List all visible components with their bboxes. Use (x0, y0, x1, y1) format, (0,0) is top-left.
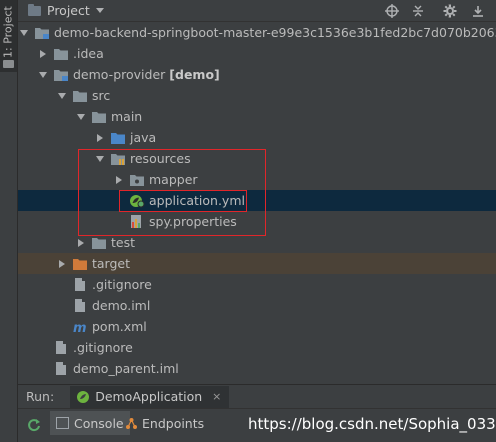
folder-excluded-icon (72, 257, 88, 271)
tree-item-label: demo_parent.iml (73, 361, 179, 376)
tree-item-label: spy.properties (149, 214, 237, 229)
gear-icon[interactable] (442, 3, 458, 19)
tree-item-label: java (130, 130, 157, 145)
collapse-all-icon[interactable] (410, 3, 426, 19)
folder-plain-icon (91, 110, 107, 124)
rerun-icon[interactable] (26, 417, 42, 433)
panel-title[interactable]: Project (47, 3, 90, 18)
folder-source-icon (110, 131, 126, 145)
tree-item-label: .idea (73, 46, 104, 61)
project-tree: demo-backend-springboot-master-e99e3c153… (18, 22, 496, 380)
tree-item-demo-backend-springboot-master-e99e3c153[interactable]: demo-backend-springboot-master-e99e3c153… (18, 22, 496, 43)
text-file-icon (53, 361, 69, 376)
tree-item-resources[interactable]: resources (18, 148, 496, 169)
tab-console[interactable]: Console (50, 411, 130, 435)
chevron-down-icon[interactable] (37, 69, 49, 81)
tree-item-src[interactable]: src (18, 85, 496, 106)
chevron-right-icon[interactable] (94, 132, 106, 144)
console-bar: Console Endpoints https://blog.csdn.net/… (18, 408, 496, 442)
run-label: Run: (26, 389, 55, 404)
chevron-right-icon[interactable] (56, 258, 68, 270)
tree-item-spy-properties[interactable]: spy.properties (18, 211, 496, 232)
text-file-icon (72, 298, 88, 313)
tree-item-pom-xml[interactable]: m pom.xml (18, 316, 496, 337)
tree-item-label: pom.xml (92, 319, 147, 334)
console-icon (56, 417, 69, 429)
tree-item-gitignore[interactable]: .gitignore (18, 337, 496, 358)
console-tab-label: Console (74, 415, 124, 431)
spring-config-icon (129, 194, 145, 208)
chevron-down-icon[interactable] (56, 90, 68, 102)
project-tool-tab[interactable]: 1: Project (0, 0, 17, 72)
tree-item-demo-provider[interactable]: demo-provider [demo] (18, 64, 496, 85)
folder-package-icon (129, 173, 145, 187)
endpoints-icon (124, 416, 138, 430)
chevron-right-icon[interactable] (113, 174, 125, 186)
run-tool-bar: Run: DemoApplication × (18, 384, 496, 408)
tree-item-label: demo-backend-springboot-master-e99e3c153… (54, 25, 496, 40)
chevron-right-icon[interactable] (37, 48, 49, 60)
tree-item-java[interactable]: java (18, 127, 496, 148)
side-tool-strip: 1: Project (0, 0, 18, 442)
hide-panel-icon[interactable] (470, 3, 486, 19)
tab-endpoints[interactable]: Endpoints (120, 411, 208, 435)
project-panel-header: Project (18, 0, 496, 22)
maven-file-icon: m (72, 320, 88, 336)
close-icon[interactable]: × (212, 390, 221, 403)
tree-item-label: application.yml (149, 193, 245, 208)
tree-item-label: .gitignore (73, 340, 133, 355)
tree-item-label: main (111, 109, 143, 124)
text-file-icon (53, 340, 69, 355)
tree-item-label: .gitignore (92, 277, 152, 292)
folder-module-icon (34, 26, 50, 40)
tree-item-mapper[interactable]: mapper (18, 169, 496, 190)
tree-item-label: src (92, 88, 111, 103)
tree-item-test[interactable]: test (18, 232, 496, 253)
tree-item-main[interactable]: main (18, 106, 496, 127)
tree-item-label: mapper (149, 172, 198, 187)
run-tab-demo-application[interactable]: DemoApplication × (70, 385, 230, 408)
spring-boot-icon (76, 390, 90, 404)
tree-item-application-yml[interactable]: application.yml (18, 190, 496, 211)
folder-plain-icon (91, 236, 107, 250)
tree-item-demo-parent-iml[interactable]: demo_parent.iml (18, 358, 496, 379)
folder-plain-icon (72, 89, 88, 103)
tree-item-label: demo.iml (92, 298, 151, 313)
endpoints-tab-label: Endpoints (142, 415, 205, 431)
chevron-down-icon[interactable] (95, 8, 104, 13)
svg-text:m: m (73, 321, 87, 334)
locate-target-icon[interactable] (384, 3, 400, 19)
text-file-icon (72, 277, 88, 292)
chevron-down-icon[interactable] (94, 153, 106, 165)
tree-item-label: test (111, 235, 136, 250)
watermark-text: https://blog.csdn.net/Sophia_0331 (248, 415, 496, 433)
folder-resources-icon (110, 152, 126, 166)
project-tool-tab-label: 1: Project (1, 6, 15, 58)
folder-icon (3, 60, 14, 68)
folder-plain-icon (53, 47, 69, 61)
chevron-right-icon[interactable] (75, 237, 87, 249)
chevron-down-icon[interactable] (75, 111, 87, 123)
tree-item-idea[interactable]: .idea (18, 43, 496, 64)
module-name-badge: [demo] (169, 67, 220, 82)
tree-item-label: demo-provider (73, 67, 166, 82)
tree-item-gitignore[interactable]: .gitignore (18, 274, 496, 295)
properties-file-icon (129, 214, 145, 229)
tree-item-label: resources (130, 151, 191, 166)
run-tab-label: DemoApplication (95, 389, 203, 404)
tree-item-target[interactable]: target (18, 253, 496, 274)
tree-item-demo-iml[interactable]: demo.iml (18, 295, 496, 316)
folder-module-icon (53, 68, 69, 82)
tree-item-label: target (92, 256, 131, 271)
chevron-down-icon[interactable] (18, 27, 30, 39)
project-folder-icon (28, 3, 41, 16)
